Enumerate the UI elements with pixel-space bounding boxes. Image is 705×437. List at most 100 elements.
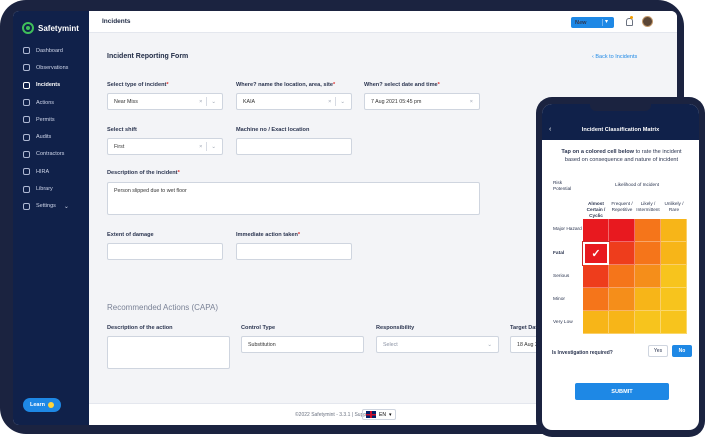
action-description-label: Description of the action [107,325,173,331]
sidebar-item-settings[interactable]: Settings ⌄ [13,198,89,215]
column-header: Likely / Intermittent [636,201,660,212]
matrix-cell[interactable] [609,219,635,242]
bell-icon[interactable] [626,18,633,26]
capa-section-title: Recommended Actions (CAPA) [107,303,219,312]
sidebar-item-observations[interactable]: Observations [13,59,89,76]
sidebar-item-permits[interactable]: Permits [13,111,89,128]
new-button-label: New [575,19,587,26]
description-label-text: Description of the incident [107,170,178,176]
matrix-cell[interactable] [661,242,687,265]
damage-input[interactable] [107,243,223,260]
machine-label: Machine no / Exact location [236,127,310,133]
instruction-bold: Tap on a colored cell below [561,149,635,155]
page-title: Incidents [102,18,131,25]
chevron-down-icon: ⌄ [63,203,69,210]
matrix-cell[interactable] [661,219,687,242]
incident-type-select[interactable]: Near Miss × ⌄ [107,93,223,110]
chevron-down-icon: ⌄ [340,98,345,105]
clear-icon[interactable]: × [199,144,202,150]
matrix-cell[interactable] [635,288,661,311]
sidebar-item-hira[interactable]: HIRA [13,163,89,180]
mobile-instruction: Tap on a colored cell below to rate the … [554,148,689,164]
sidebar-item-audits[interactable]: Audits [13,128,89,145]
required-marker: * [166,82,169,88]
avatar[interactable] [642,16,653,27]
matrix-cell[interactable] [635,311,661,334]
control-type-input[interactable]: Substitution [241,336,364,353]
datetime-input[interactable]: 7 Aug 2021 05:45 pm × [364,93,480,110]
settings-icon [23,202,30,210]
responsibility-placeholder: Select [383,341,398,348]
matrix-cell[interactable]: ✓ [583,242,609,265]
sidebar-item-label: Audits [36,134,52,141]
new-button-divider [602,19,603,26]
location-select[interactable]: KAIA × ⌄ [236,93,352,110]
immediate-action-input[interactable] [236,243,352,260]
new-button[interactable]: + New ▾ [571,17,614,28]
checkmark-icon: ✓ [591,248,601,260]
sidebar-item-library[interactable]: Library [13,180,89,197]
clear-icon[interactable]: × [199,99,202,105]
no-button[interactable]: No [672,345,692,357]
incident-type-label-text: Select type of incident [107,82,167,88]
immediate-action-label: Immediate action taken* [236,232,300,238]
matrix-cell[interactable] [661,288,687,311]
chevron-down-icon: ⌄ [211,143,216,150]
brand: Safetymint [13,11,89,37]
machine-input[interactable] [236,138,352,155]
language-select[interactable]: EN ▾ [362,409,396,420]
column-header: Almost Certain / Cyclic [586,201,606,218]
datetime-label: When? select date and time* [364,82,440,88]
matrix-cell[interactable] [635,242,661,265]
sidebar-item-label: Observations [36,64,69,71]
actions-icon [23,99,30,107]
sidebar-item-actions[interactable]: Actions [13,94,89,111]
chevron-down-icon[interactable]: ▾ [605,18,608,25]
clear-icon[interactable]: × [470,99,473,105]
sidebar-item-dashboard[interactable]: Dashboard [13,42,89,59]
shift-select[interactable]: First × ⌄ [107,138,223,155]
matrix-cell[interactable] [609,242,635,265]
description-textarea[interactable]: Person slipped due to wet floor [107,182,480,215]
likelihood-label: Likelihood of Incident [614,182,660,187]
matrix-cell[interactable] [635,219,661,242]
damage-label: Extent of damage [107,232,154,238]
mobile-title: Incident Classification Matrix [581,127,660,133]
required-marker: * [297,232,301,238]
matrix-cell[interactable] [583,288,609,311]
submit-button[interactable]: SUBMIT [575,383,669,400]
required-marker: * [333,82,336,88]
uk-flag-icon [366,411,376,418]
responsibility-select[interactable]: Select ⌄ [376,336,499,353]
chevron-down-icon: ▾ [388,411,392,418]
matrix-cell[interactable] [635,265,661,288]
incident-type-label: Select type of incident* [107,82,169,88]
matrix-cell[interactable] [609,288,635,311]
yes-button[interactable]: Yes [648,345,668,357]
sidebar-item-contractors[interactable]: Contractors [13,146,89,163]
back-link[interactable]: ‹ Back to Incidents [592,54,637,60]
select-divider [335,97,337,106]
matrix-cell[interactable] [661,311,687,334]
action-description-textarea[interactable] [107,336,230,369]
matrix-cell[interactable] [583,311,609,334]
learn-button[interactable]: Learn [23,398,61,412]
no-label: No [678,348,686,354]
library-icon [23,185,30,193]
matrix-cell[interactable] [583,219,609,242]
form-title: Incident Reporting Form [107,53,189,60]
incident-type-value: Near Miss [114,98,138,105]
brand-logo-icon [22,22,34,34]
learn-label: Learn [30,402,45,408]
control-type-label: Control Type [241,325,276,331]
dashboard-icon [23,47,30,55]
sidebar-item-label: Incidents [36,82,61,89]
matrix-cell[interactable] [583,265,609,288]
investigation-label: Is Investigation required? [552,350,613,356]
matrix-cell[interactable] [609,311,635,334]
contractors-icon [23,150,30,158]
matrix-cell[interactable] [661,265,687,288]
clear-icon[interactable]: × [328,99,331,105]
matrix-cell[interactable] [609,265,635,288]
sidebar-item-incidents[interactable]: Incidents [13,77,89,94]
